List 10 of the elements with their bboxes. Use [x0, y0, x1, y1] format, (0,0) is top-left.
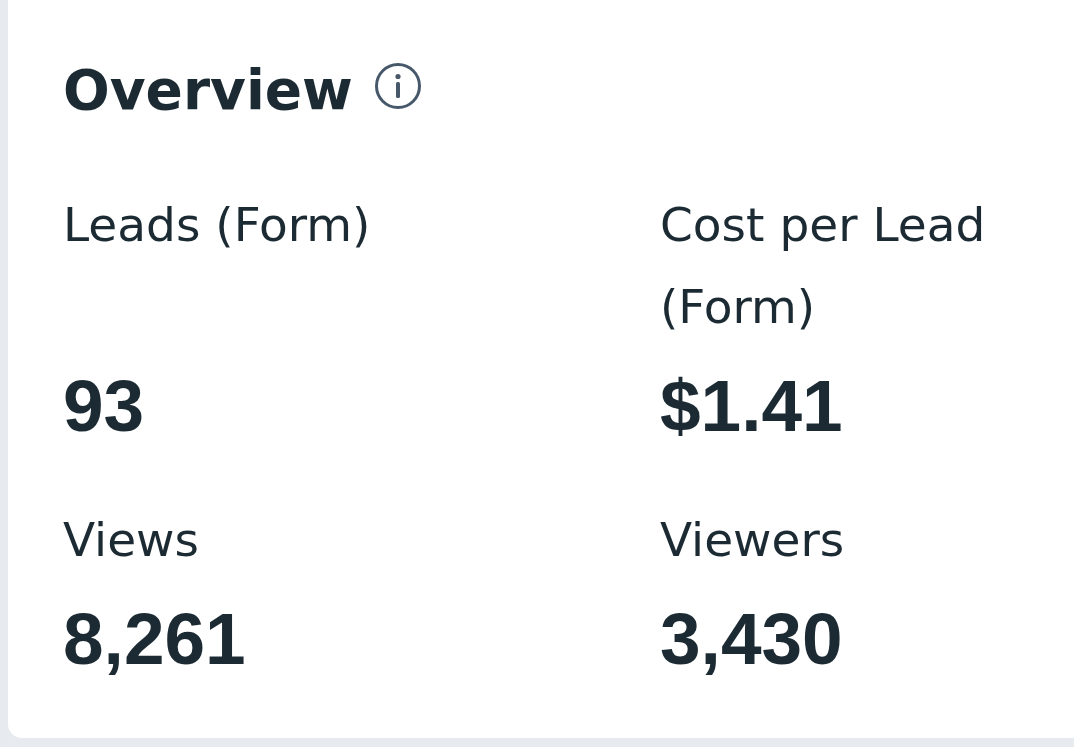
stat-value: $1.41	[660, 364, 844, 448]
stat-label: Views	[63, 511, 201, 569]
card-title: Overview	[63, 58, 353, 122]
info-icon[interactable]	[374, 63, 421, 109]
stat-value: 93	[63, 364, 146, 448]
stat-value: 3,430	[660, 597, 844, 681]
stat-value: 8,261	[63, 597, 247, 681]
stat-label: Leads (Form)	[63, 196, 372, 254]
stat-label: Cost per Lead (Form)	[660, 196, 987, 336]
stat-label: Viewers	[660, 511, 846, 569]
